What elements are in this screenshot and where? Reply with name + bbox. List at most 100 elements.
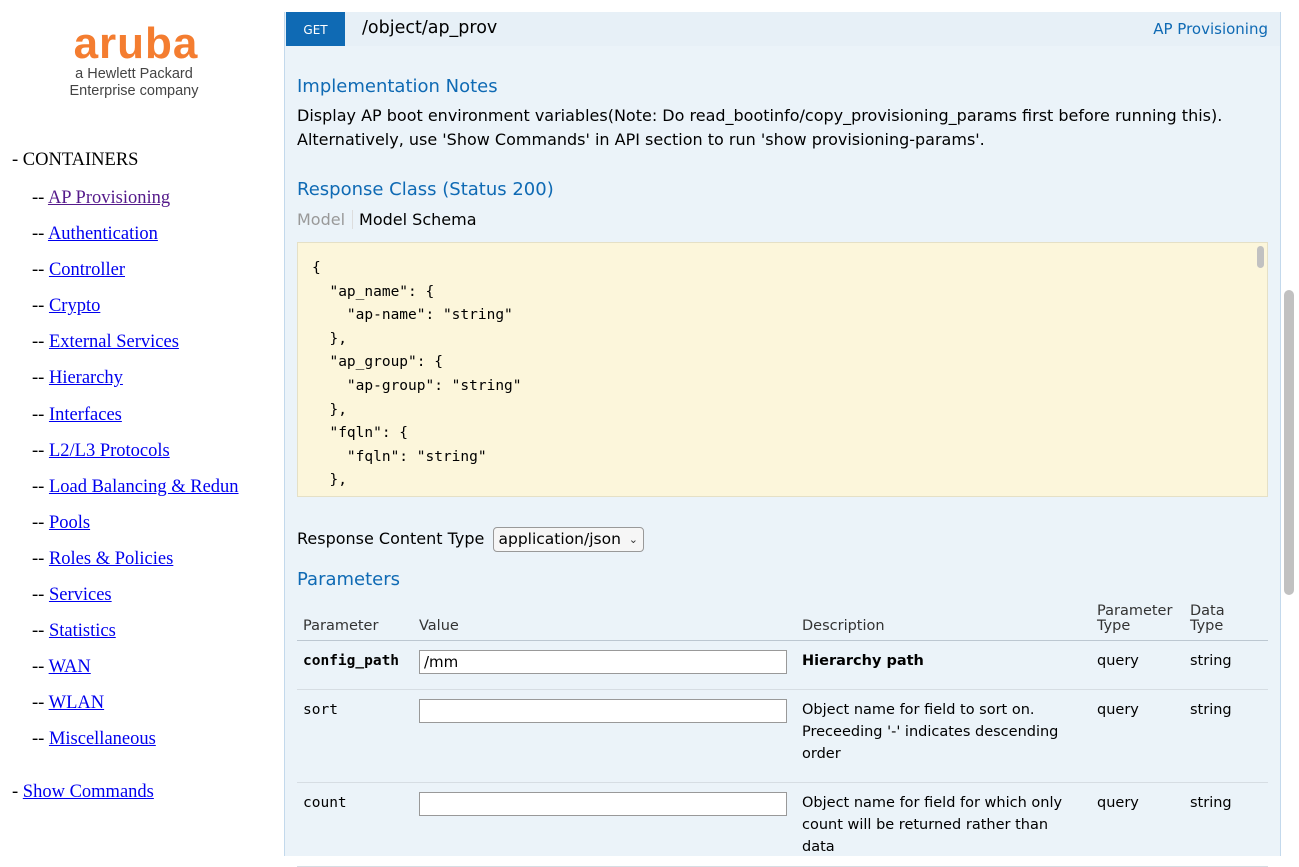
response-content-type-label: Response Content Type: [297, 529, 485, 548]
param-description: Object name for field for which only cou…: [796, 782, 1091, 867]
sidebar-item-ap-provisioning: -- AP Provisioning: [32, 186, 239, 222]
tab-model[interactable]: Model: [297, 210, 354, 229]
operation-panel: GET /object/ap_prov AP Provisioning Impl…: [284, 12, 1281, 867]
sidebar-item-wlan: -- WLAN: [32, 691, 239, 727]
nav-prefix: --: [32, 332, 49, 353]
nav-prefix: --: [32, 548, 49, 569]
sidebar-item-controller: -- Controller: [32, 258, 239, 294]
svg-text:aruba: aruba: [74, 24, 199, 64]
sidebar-link-roles-policies[interactable]: Roles & Policies: [49, 549, 173, 569]
operation-header[interactable]: GET /object/ap_prov AP Provisioning: [285, 12, 1280, 46]
nav-prefix: --: [32, 296, 49, 317]
param-value-cell: [413, 640, 796, 690]
nav-prefix: -: [12, 782, 23, 802]
logo-tagline-1: a Hewlett Packard: [75, 66, 193, 82]
nav-prefix: --: [32, 657, 49, 678]
sidebar-link-l2l3-protocols[interactable]: L2/L3 Protocols: [49, 441, 170, 461]
logo-tagline-2: Enterprise company: [69, 83, 199, 99]
schema-scrollbar[interactable]: [1257, 246, 1264, 268]
sidebar-item-roles-policies: -- Roles & Policies: [32, 547, 239, 583]
model-schema-box[interactable]: { "ap_name": { "ap-name": "string" }, "a…: [297, 242, 1268, 497]
sidebar-link-miscellaneous[interactable]: Miscellaneous: [49, 729, 156, 749]
sidebar-link-pools[interactable]: Pools: [49, 513, 90, 533]
col-description: Description: [796, 598, 1091, 641]
nav-prefix: --: [32, 224, 48, 245]
implementation-notes: Display AP boot environment variables(No…: [297, 104, 1267, 152]
sidebar-item-authentication: -- Authentication: [32, 222, 239, 258]
nav-prefix: --: [32, 188, 48, 208]
param-data-type: string: [1184, 782, 1268, 867]
col-parameter-type: Parameter Type: [1091, 598, 1184, 641]
notes-line-2: Alternatively, use 'Show Commands' in AP…: [297, 130, 985, 149]
chevron-down-icon: ⌄: [628, 533, 638, 546]
param-type: query: [1091, 689, 1184, 783]
param-value-cell: [413, 689, 796, 783]
select-value: application/json: [498, 530, 621, 548]
sidebar-item-external-services: -- External Services: [32, 330, 239, 366]
sidebar-link-services[interactable]: Services: [49, 585, 112, 605]
sidebar: aruba a Hewlett Packard Enterprise compa…: [0, 0, 284, 856]
param-type: query: [1091, 782, 1184, 867]
sidebar-link-authentication[interactable]: Authentication: [48, 224, 158, 244]
sidebar-link-external-services[interactable]: External Services: [49, 332, 179, 352]
endpoint-path[interactable]: /object/ap_prov: [362, 18, 497, 38]
param-data-type: string: [1184, 640, 1268, 690]
nav-prefix: --: [32, 621, 49, 642]
param-description: Object name for field to sort on. Precee…: [796, 689, 1091, 783]
sidebar-link-controller[interactable]: Controller: [49, 260, 125, 280]
tab-model-schema[interactable]: Model Schema: [353, 210, 476, 229]
param-description: Hierarchy path: [796, 640, 1091, 690]
sidebar-item-wan: -- WAN: [32, 655, 239, 691]
count-input[interactable]: [419, 791, 787, 816]
nav-prefix: --: [32, 440, 49, 461]
nav-prefix: --: [32, 693, 49, 714]
sidebar-link-load-balancing[interactable]: Load Balancing & Redun: [49, 477, 239, 497]
parameters-title: Parameters: [297, 569, 401, 590]
sidebar-item-statistics: -- Statistics: [32, 619, 239, 655]
sidebar-item-pools: -- Pools: [32, 511, 239, 547]
nav-prefix: --: [32, 476, 49, 497]
sidebar-item-l2l3-protocols: -- L2/L3 Protocols: [32, 439, 239, 475]
col-data-type: Data Type: [1184, 598, 1268, 641]
parameters-table: Parameter Value Description Parameter Typ…: [297, 598, 1268, 867]
nav-prefix: --: [32, 368, 49, 389]
table-row: sort Object name for field to sort on. P…: [297, 689, 1268, 783]
containers-heading: - CONTAINERS: [12, 150, 139, 170]
param-value-cell: [413, 782, 796, 867]
sidebar-link-statistics[interactable]: Statistics: [49, 621, 116, 641]
param-name: config_path: [297, 640, 413, 690]
table-row: config_path Hierarchy path query string: [297, 640, 1268, 690]
show-commands-link[interactable]: Show Commands: [23, 782, 154, 802]
col-parameter-type-line-1: Parameter: [1097, 602, 1173, 619]
operation-tag-link[interactable]: AP Provisioning: [1153, 20, 1268, 38]
param-name: sort: [297, 689, 413, 783]
containers-nav: -- AP Provisioning -- Authentication -- …: [32, 186, 239, 764]
response-content-type-select[interactable]: application/json ⌄: [492, 527, 644, 552]
col-parameter: Parameter: [297, 598, 413, 641]
sidebar-item-services: -- Services: [32, 583, 239, 619]
sidebar-link-crypto[interactable]: Crypto: [49, 296, 100, 316]
sidebar-link-hierarchy[interactable]: Hierarchy: [49, 368, 123, 388]
aruba-wordmark-icon: aruba: [74, 19, 199, 68]
model-schema-json: { "ap_name": { "ap-name": "string" }, "a…: [312, 260, 522, 489]
model-tabs: Model Model Schema: [297, 210, 477, 229]
sidebar-link-wlan[interactable]: WLAN: [49, 693, 104, 713]
aruba-logo: aruba a Hewlett Packard Enterprise compa…: [34, 19, 244, 102]
http-method-badge[interactable]: GET: [286, 12, 345, 46]
sidebar-link-ap-provisioning[interactable]: AP Provisioning: [48, 188, 170, 208]
sidebar-link-wan[interactable]: WAN: [49, 657, 91, 677]
show-commands-item: - Show Commands: [12, 782, 154, 803]
sidebar-item-crypto: -- Crypto: [32, 294, 239, 330]
nav-prefix: --: [32, 260, 49, 281]
nav-prefix: --: [32, 404, 49, 425]
sidebar-link-interfaces[interactable]: Interfaces: [49, 405, 122, 425]
table-row: count Object name for field for which on…: [297, 782, 1268, 867]
config-path-input[interactable]: [419, 649, 787, 674]
nav-prefix: --: [32, 512, 49, 533]
page-scrollbar[interactable]: [1284, 290, 1294, 595]
sort-input[interactable]: [419, 698, 787, 723]
response-content-type: Response Content Type application/json ⌄: [297, 527, 644, 552]
sidebar-item-load-balancing: -- Load Balancing & Redun: [32, 475, 239, 511]
sidebar-item-hierarchy: -- Hierarchy: [32, 366, 239, 402]
response-class-title: Response Class (Status 200): [297, 179, 554, 200]
